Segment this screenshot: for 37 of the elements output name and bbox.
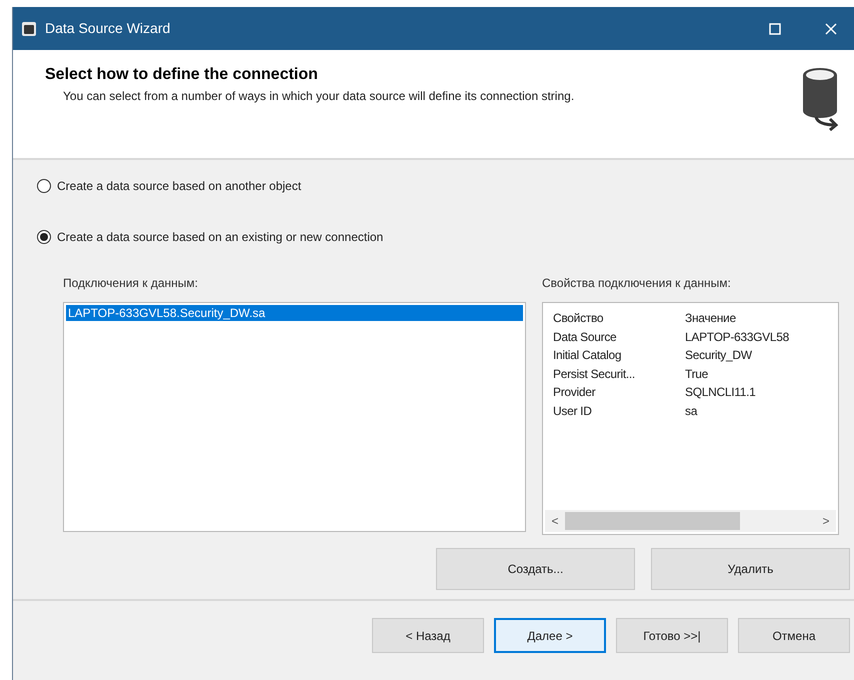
action-button[interactable]: Создать... xyxy=(436,548,635,590)
nav-button[interactable]: Отмена xyxy=(738,618,850,653)
nav-button[interactable]: Далее > xyxy=(494,618,606,653)
page-description: You can select from a number of ways in which your data source will define its connection string. xyxy=(62,88,576,105)
scroll-right-button[interactable]: > xyxy=(816,512,836,530)
table-cell-text: SQLNCLI11.1 xyxy=(685,384,756,402)
connection-item[interactable]: LAPTOP-633GVL58.Security_DW.sa xyxy=(66,305,523,321)
table-cell-text: Data Source xyxy=(553,328,618,346)
table-cell-text: Persist Securit... xyxy=(553,366,636,383)
connections-list[interactable]: LAPTOP-633GVL58.Security_DW.sa xyxy=(63,302,526,532)
window-title: Data Source Wizard xyxy=(45,19,170,38)
column-header[interactable]: Свойство xyxy=(553,309,685,328)
properties-label: Свойства подключения к данным: xyxy=(542,275,732,292)
table-cell-text: Provider xyxy=(553,384,596,402)
maximize-icon xyxy=(769,22,781,34)
option-label[interactable]: Create a data source based on an existing or new connection xyxy=(57,228,384,246)
nav-button[interactable]: Готово >>| xyxy=(616,618,728,653)
close-icon xyxy=(825,22,837,34)
scroll-left-button[interactable]: < xyxy=(545,512,565,530)
database-icon xyxy=(21,20,37,36)
connections-label: Подключения к данным: xyxy=(63,275,199,292)
option-label[interactable]: Create a data source based on another object xyxy=(57,177,302,195)
table-cell-text: LAPTOP-633GVL58 xyxy=(685,328,790,346)
table-cell-text: Initial Catalog xyxy=(553,347,622,364)
database-arrow-icon xyxy=(802,67,840,131)
radio-button[interactable] xyxy=(37,179,51,193)
page-title: Select how to define the connection xyxy=(45,65,319,85)
horizontal-scrollbar[interactable]: < > xyxy=(545,510,836,532)
scrollbar-thumb[interactable] xyxy=(565,512,740,530)
table-cell-text: User ID xyxy=(553,402,593,420)
table-cell-text: True xyxy=(685,366,708,383)
table-cell-text: sa xyxy=(685,402,698,420)
table-cell-text: Security_DW xyxy=(685,347,752,364)
column-header[interactable]: Значение xyxy=(685,309,736,328)
radio-button[interactable] xyxy=(37,230,51,244)
action-button[interactable]: Удалить xyxy=(651,548,850,590)
nav-button[interactable]: < Назад xyxy=(372,618,484,653)
